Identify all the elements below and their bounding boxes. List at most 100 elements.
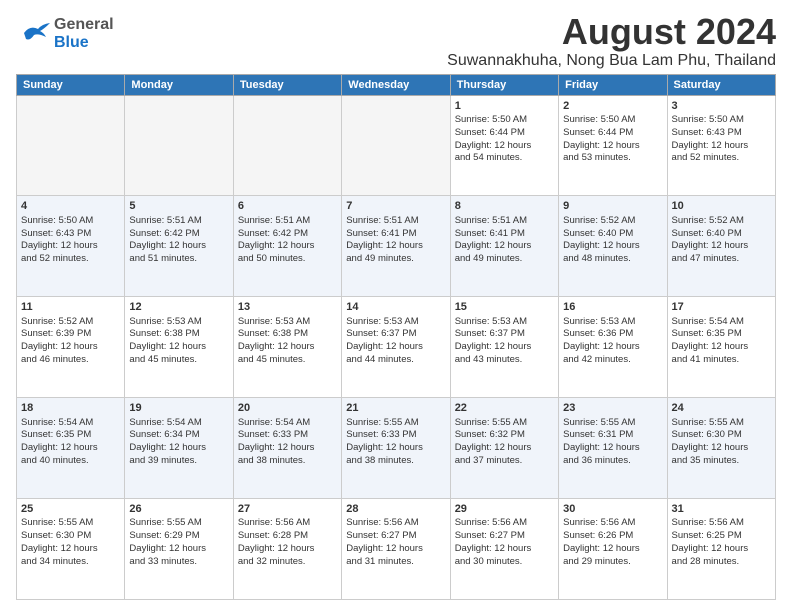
- day-number: 14: [346, 300, 445, 314]
- day-info: Sunrise: 5:54 AMSunset: 6:35 PMDaylight:…: [672, 316, 771, 367]
- day-number: 15: [455, 300, 554, 314]
- day-info: Sunrise: 5:50 AMSunset: 6:44 PMDaylight:…: [455, 114, 554, 165]
- day-info: Sunrise: 5:55 AMSunset: 6:33 PMDaylight:…: [346, 417, 445, 468]
- day-info: Sunrise: 5:54 AMSunset: 6:34 PMDaylight:…: [129, 417, 228, 468]
- day-info: Sunrise: 5:54 AMSunset: 6:33 PMDaylight:…: [238, 417, 337, 468]
- day-number: 23: [563, 401, 662, 415]
- table-row: 17 Sunrise: 5:54 AMSunset: 6:35 PMDayligh…: [667, 297, 775, 398]
- day-number: 19: [129, 401, 228, 415]
- table-row: 12 Sunrise: 5:53 AMSunset: 6:38 PMDayligh…: [125, 297, 233, 398]
- calendar-week-row: 18 Sunrise: 5:54 AMSunset: 6:35 PMDayligh…: [17, 398, 776, 499]
- table-row: 16 Sunrise: 5:53 AMSunset: 6:36 PMDayligh…: [559, 297, 667, 398]
- table-row: 25Sunrise: 5:55 AMSunset: 6:30 PMDayligh…: [17, 499, 125, 600]
- day-info: Sunrise: 5:56 AMSunset: 6:27 PMDaylight:…: [455, 517, 554, 568]
- day-number: 28: [346, 502, 445, 516]
- day-info: Sunrise: 5:55 AMSunset: 6:31 PMDaylight:…: [563, 417, 662, 468]
- table-row: 27Sunrise: 5:56 AMSunset: 6:28 PMDayligh…: [233, 499, 341, 600]
- day-number: 18: [21, 401, 120, 415]
- table-row: 29Sunrise: 5:56 AMSunset: 6:27 PMDayligh…: [450, 499, 558, 600]
- day-number: 26: [129, 502, 228, 516]
- day-info: Sunrise: 5:53 AMSunset: 6:37 PMDaylight:…: [346, 316, 445, 367]
- table-row: 2Sunrise: 5:50 AMSunset: 6:44 PMDaylight…: [559, 95, 667, 196]
- table-row: 10 Sunrise: 5:52 AMSunset: 6:40 PMDayligh…: [667, 196, 775, 297]
- page: GeneralBlue August 2024 Suwannakhuha, No…: [0, 0, 792, 612]
- calendar-week-row: 1Sunrise: 5:50 AMSunset: 6:44 PMDaylight…: [17, 95, 776, 196]
- day-info: Sunrise: 5:50 AMSunset: 6:43 PMDaylight:…: [672, 114, 771, 165]
- day-info: Sunrise: 5:51 AMSunset: 6:42 PMDaylight:…: [238, 215, 337, 266]
- calendar-table: Sunday Monday Tuesday Wednesday Thursday…: [16, 74, 776, 600]
- table-row: 5Sunrise: 5:51 AMSunset: 6:42 PMDaylight…: [125, 196, 233, 297]
- col-monday: Monday: [125, 74, 233, 95]
- table-row: 11Sunrise: 5:52 AMSunset: 6:39 PMDayligh…: [17, 297, 125, 398]
- table-row: 8 Sunrise: 5:51 AMSunset: 6:41 PMDaylight…: [450, 196, 558, 297]
- table-row: 31Sunrise: 5:56 AMSunset: 6:25 PMDayligh…: [667, 499, 775, 600]
- day-number: 13: [238, 300, 337, 314]
- day-number: 24: [672, 401, 771, 415]
- day-number: 27: [238, 502, 337, 516]
- day-info: Sunrise: 5:51 AMSunset: 6:41 PMDaylight:…: [455, 215, 554, 266]
- table-row: 9 Sunrise: 5:52 AMSunset: 6:40 PMDaylight…: [559, 196, 667, 297]
- calendar-week-row: 11Sunrise: 5:52 AMSunset: 6:39 PMDayligh…: [17, 297, 776, 398]
- day-info: Sunrise: 5:56 AMSunset: 6:26 PMDaylight:…: [563, 517, 662, 568]
- calendar-header-row: Sunday Monday Tuesday Wednesday Thursday…: [17, 74, 776, 95]
- table-row: 21Sunrise: 5:55 AMSunset: 6:33 PMDayligh…: [342, 398, 450, 499]
- day-info: Sunrise: 5:51 AMSunset: 6:41 PMDaylight:…: [346, 215, 445, 266]
- day-info: Sunrise: 5:52 AMSunset: 6:39 PMDaylight:…: [21, 316, 120, 367]
- day-info: Sunrise: 5:55 AMSunset: 6:32 PMDaylight:…: [455, 417, 554, 468]
- table-row: 23 Sunrise: 5:55 AMSunset: 6:31 PMDayligh…: [559, 398, 667, 499]
- logo-icon: [16, 19, 52, 49]
- day-info: Sunrise: 5:54 AMSunset: 6:35 PMDaylight:…: [21, 417, 120, 468]
- table-row: 6Sunrise: 5:51 AMSunset: 6:42 PMDaylight…: [233, 196, 341, 297]
- table-row: [17, 95, 125, 196]
- table-row: [342, 95, 450, 196]
- day-info: Sunrise: 5:50 AMSunset: 6:43 PMDaylight:…: [21, 215, 120, 266]
- day-number: 2: [563, 99, 662, 113]
- col-friday: Friday: [559, 74, 667, 95]
- day-number: 9: [563, 199, 662, 213]
- day-number: 30: [563, 502, 662, 516]
- day-number: 22: [455, 401, 554, 415]
- day-info: Sunrise: 5:55 AMSunset: 6:30 PMDaylight:…: [21, 517, 120, 568]
- table-row: 13 Sunrise: 5:53 AMSunset: 6:38 PMDayligh…: [233, 297, 341, 398]
- day-info: Sunrise: 5:52 AMSunset: 6:40 PMDaylight:…: [672, 215, 771, 266]
- table-row: 18 Sunrise: 5:54 AMSunset: 6:35 PMDayligh…: [17, 398, 125, 499]
- day-info: Sunrise: 5:53 AMSunset: 6:38 PMDaylight:…: [238, 316, 337, 367]
- calendar-week-row: 4Sunrise: 5:50 AMSunset: 6:43 PMDaylight…: [17, 196, 776, 297]
- day-number: 3: [672, 99, 771, 113]
- day-info: Sunrise: 5:53 AMSunset: 6:38 PMDaylight:…: [129, 316, 228, 367]
- table-row: 20 Sunrise: 5:54 AMSunset: 6:33 PMDayligh…: [233, 398, 341, 499]
- day-info: Sunrise: 5:56 AMSunset: 6:27 PMDaylight:…: [346, 517, 445, 568]
- table-row: 28Sunrise: 5:56 AMSunset: 6:27 PMDayligh…: [342, 499, 450, 600]
- day-info: Sunrise: 5:55 AMSunset: 6:29 PMDaylight:…: [129, 517, 228, 568]
- day-number: 29: [455, 502, 554, 516]
- col-saturday: Saturday: [667, 74, 775, 95]
- table-row: 30Sunrise: 5:56 AMSunset: 6:26 PMDayligh…: [559, 499, 667, 600]
- table-row: 15Sunrise: 5:53 AMSunset: 6:37 PMDayligh…: [450, 297, 558, 398]
- subtitle: Suwannakhuha, Nong Bua Lam Phu, Thailand: [447, 52, 776, 70]
- main-title: August 2024: [447, 12, 776, 52]
- table-row: 19 Sunrise: 5:54 AMSunset: 6:34 PMDayligh…: [125, 398, 233, 499]
- day-number: 16: [563, 300, 662, 314]
- day-info: Sunrise: 5:52 AMSunset: 6:40 PMDaylight:…: [563, 215, 662, 266]
- day-number: 8: [455, 199, 554, 213]
- day-number: 17: [672, 300, 771, 314]
- day-info: Sunrise: 5:53 AMSunset: 6:36 PMDaylight:…: [563, 316, 662, 367]
- table-row: [125, 95, 233, 196]
- calendar-week-row: 25Sunrise: 5:55 AMSunset: 6:30 PMDayligh…: [17, 499, 776, 600]
- col-tuesday: Tuesday: [233, 74, 341, 95]
- title-area: August 2024 Suwannakhuha, Nong Bua Lam P…: [447, 12, 776, 70]
- day-info: Sunrise: 5:56 AMSunset: 6:25 PMDaylight:…: [672, 517, 771, 568]
- table-row: [233, 95, 341, 196]
- table-row: 1Sunrise: 5:50 AMSunset: 6:44 PMDaylight…: [450, 95, 558, 196]
- table-row: 22 Sunrise: 5:55 AMSunset: 6:32 PMDayligh…: [450, 398, 558, 499]
- table-row: 4Sunrise: 5:50 AMSunset: 6:43 PMDaylight…: [17, 196, 125, 297]
- day-number: 25: [21, 502, 120, 516]
- day-number: 1: [455, 99, 554, 113]
- day-number: 12: [129, 300, 228, 314]
- day-info: Sunrise: 5:51 AMSunset: 6:42 PMDaylight:…: [129, 215, 228, 266]
- day-info: Sunrise: 5:55 AMSunset: 6:30 PMDaylight:…: [672, 417, 771, 468]
- day-number: 31: [672, 502, 771, 516]
- day-number: 20: [238, 401, 337, 415]
- day-number: 10: [672, 199, 771, 213]
- header: GeneralBlue August 2024 Suwannakhuha, No…: [16, 12, 776, 70]
